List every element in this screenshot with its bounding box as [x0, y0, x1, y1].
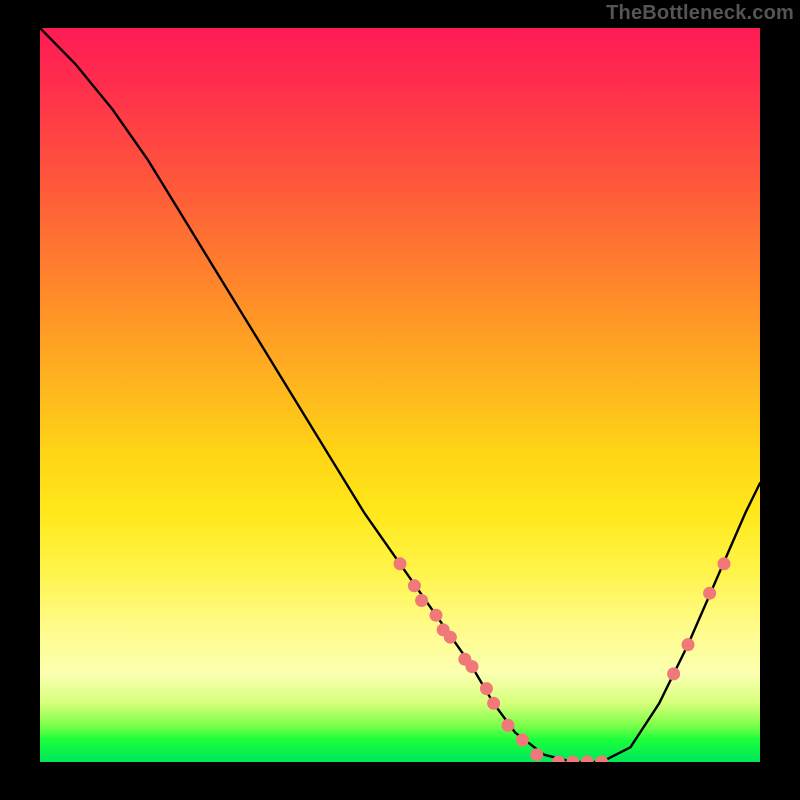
data-point [530, 748, 543, 761]
data-point [502, 719, 515, 732]
data-point [415, 594, 428, 607]
data-point [466, 660, 479, 673]
data-point [430, 609, 443, 622]
data-point [682, 638, 695, 651]
data-point [408, 579, 421, 592]
data-point [718, 557, 731, 570]
attribution-text: TheBottleneck.com [606, 2, 794, 25]
data-point [703, 587, 716, 600]
bottleneck-curve [40, 28, 760, 762]
bottom-border [0, 762, 800, 800]
data-point [487, 697, 500, 710]
data-point [480, 682, 493, 695]
chart-svg [40, 28, 760, 762]
data-point [444, 631, 457, 644]
chart-frame: TheBottleneck.com [0, 0, 800, 800]
data-point [394, 557, 407, 570]
data-point [516, 734, 529, 747]
plot-area [40, 28, 760, 762]
data-point [667, 667, 680, 680]
